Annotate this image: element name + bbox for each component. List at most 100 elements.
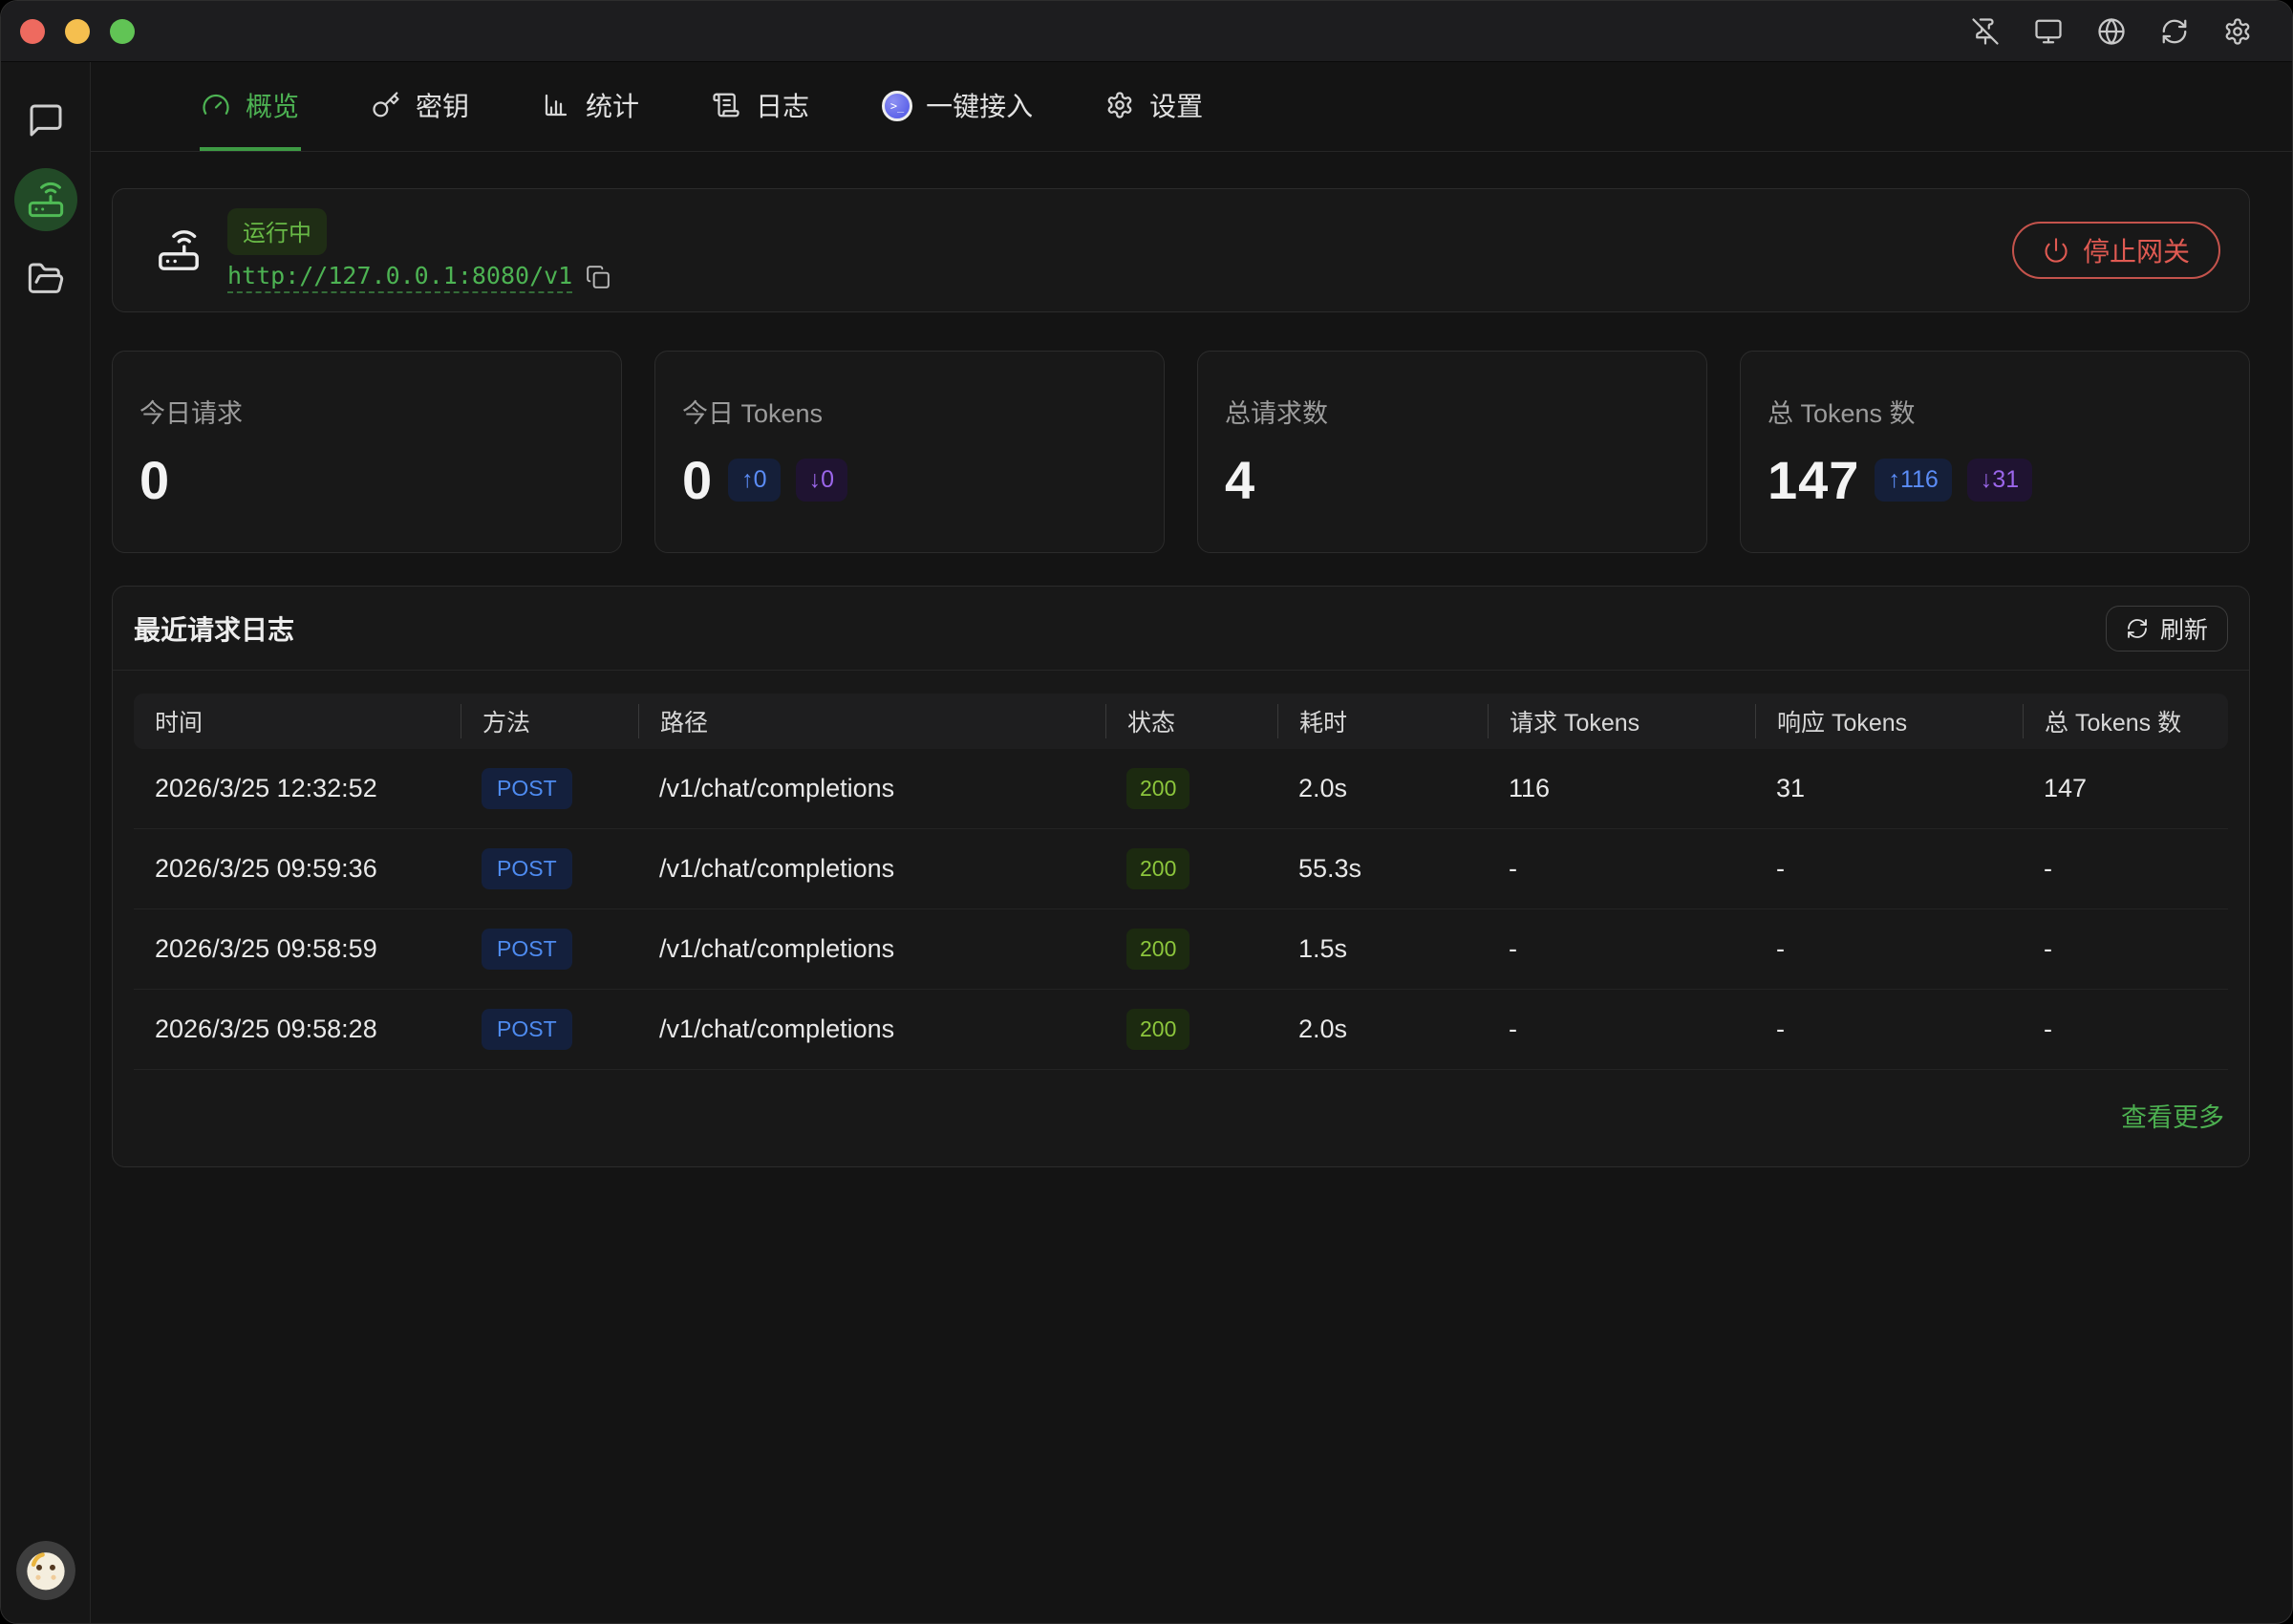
log-status-cell: 200 — [1105, 768, 1277, 809]
view-more-link[interactable]: 查看更多 — [2121, 1097, 2224, 1134]
column-header: 请求 Tokens — [1488, 704, 1755, 738]
column-header: 路径 — [638, 704, 1105, 738]
scroll-icon — [712, 91, 740, 119]
recent-logs-panel: 最近请求日志 刷新 时间方法路径状态耗时请求 Tokens响应 Tokens总 … — [112, 586, 2250, 1167]
log-resp-tokens-cell: - — [1755, 1015, 2023, 1044]
column-header: 响应 Tokens — [1755, 704, 2023, 738]
log-time-cell: 2026/3/25 09:59:36 — [134, 854, 461, 884]
stat-card-today-tokens: 今日 Tokens0↑0↓0 — [654, 351, 1165, 553]
log-req-tokens-cell: - — [1488, 1015, 1755, 1044]
router-icon — [27, 181, 65, 219]
stat-up-badge: ↑0 — [728, 459, 780, 502]
stop-gateway-button[interactable]: 停止网关 — [2012, 222, 2220, 279]
log-path-cell: /v1/chat/completions — [638, 774, 1105, 803]
titlebar-actions — [1971, 17, 2252, 46]
status-badge: 200 — [1126, 848, 1189, 889]
log-time-cell: 2026/3/25 12:32:52 — [134, 774, 461, 803]
tab-label: 统计 — [586, 86, 639, 124]
log-duration-cell: 2.0s — [1277, 774, 1488, 803]
method-badge: POST — [482, 929, 572, 970]
log-resp-tokens-cell: - — [1755, 934, 2023, 964]
method-badge: POST — [482, 1009, 572, 1050]
log-status-cell: 200 — [1105, 848, 1277, 889]
sidebar-item-chat[interactable] — [27, 101, 65, 139]
log-req-tokens-cell: - — [1488, 934, 1755, 964]
tab-label: 日志 — [756, 86, 809, 124]
log-status-cell: 200 — [1105, 1009, 1277, 1050]
gateway-url-link[interactable]: http://127.0.0.1:8080/v1 — [227, 262, 572, 293]
close-button[interactable] — [20, 19, 45, 44]
sidebar-item-files[interactable] — [27, 260, 65, 298]
log-duration-cell: 55.3s — [1277, 854, 1488, 884]
log-resp-tokens-cell: - — [1755, 854, 2023, 884]
stat-card-total-tokens: 总 Tokens 数147↑116↓31 — [1740, 351, 2250, 553]
log-panel-title: 最近请求日志 — [134, 609, 294, 648]
app-body: 概览 密钥 统计 日志 >_一键接入 设置 运行中 http://127.0.0.1:80… — [1, 62, 2292, 1623]
table-row: 2026/3/25 12:32:52POST/v1/chat/completio… — [134, 749, 2228, 829]
stat-label: 今日 Tokens — [682, 393, 1164, 430]
column-header: 耗时 — [1277, 704, 1488, 738]
stat-label: 总 Tokens 数 — [1768, 393, 2249, 430]
tab-label: 密钥 — [416, 86, 469, 124]
stat-value: 0 — [139, 449, 170, 511]
table-row: 2026/3/25 09:58:28POST/v1/chat/completio… — [134, 990, 2228, 1070]
refresh-button[interactable]: 刷新 — [2106, 606, 2228, 652]
sidebar — [1, 62, 91, 1623]
stat-down-badge: ↓0 — [796, 459, 847, 502]
copy-icon[interactable] — [586, 265, 611, 289]
tab-keys[interactable]: 密钥 — [370, 62, 471, 151]
key-icon — [372, 91, 400, 119]
content-area: 运行中 http://127.0.0.1:8080/v1 停止网关 今日请求 0 今… — [91, 152, 2292, 1623]
bar-chart-icon — [542, 91, 570, 119]
stat-up-badge: ↑116 — [1875, 459, 1951, 502]
globe-icon[interactable] — [2097, 17, 2126, 46]
settings-icon[interactable] — [2223, 17, 2252, 46]
sidebar-item-gateway[interactable] — [14, 168, 77, 231]
pin-off-icon[interactable] — [1971, 17, 2000, 46]
log-total-tokens-cell: - — [2023, 934, 2228, 964]
refresh-icon[interactable] — [2160, 17, 2189, 46]
refresh-label: 刷新 — [2160, 611, 2208, 646]
tab-statistics[interactable]: 统计 — [540, 62, 641, 151]
chat-bubble-icon — [27, 101, 65, 139]
log-time-cell: 2026/3/25 09:58:59 — [134, 934, 461, 964]
stat-label: 总请求数 — [1225, 393, 1706, 430]
log-method-cell: POST — [461, 768, 638, 809]
user-avatar[interactable] — [16, 1541, 75, 1600]
log-table-header: 时间方法路径状态耗时请求 Tokens响应 Tokens总 Tokens 数 — [134, 694, 2228, 749]
status-badge: 200 — [1126, 1009, 1189, 1050]
log-path-cell: /v1/chat/completions — [638, 1015, 1105, 1044]
stat-value: 147 — [1768, 449, 1859, 511]
column-header: 状态 — [1105, 704, 1277, 738]
log-req-tokens-cell: 116 — [1488, 774, 1755, 803]
folder-open-icon — [27, 260, 65, 298]
zoom-button[interactable] — [110, 19, 135, 44]
log-duration-cell: 2.0s — [1277, 1015, 1488, 1044]
gateway-status-card: 运行中 http://127.0.0.1:8080/v1 停止网关 — [112, 188, 2250, 312]
stat-label: 今日请求 — [139, 393, 621, 430]
log-total-tokens-cell: - — [2023, 1015, 2228, 1044]
tab-label: 概览 — [246, 86, 299, 124]
tab-settings[interactable]: 设置 — [1104, 62, 1205, 151]
log-duration-cell: 1.5s — [1277, 934, 1488, 964]
log-total-tokens-cell: - — [2023, 854, 2228, 884]
display-icon[interactable] — [2034, 17, 2063, 46]
minimize-button[interactable] — [65, 19, 90, 44]
column-header: 总 Tokens 数 — [2023, 704, 2228, 738]
log-method-cell: POST — [461, 1009, 638, 1050]
column-header: 时间 — [134, 704, 461, 738]
one-click-icon: >_ — [882, 91, 911, 119]
power-icon — [2043, 237, 2069, 264]
column-header: 方法 — [461, 704, 638, 738]
stat-card-total-requests: 总请求数4 — [1197, 351, 1707, 553]
tab-overview[interactable]: 概览 — [200, 62, 301, 151]
log-req-tokens-cell: - — [1488, 854, 1755, 884]
tab-label: 设置 — [1149, 86, 1203, 124]
log-path-cell: /v1/chat/completions — [638, 934, 1105, 964]
log-status-cell: 200 — [1105, 929, 1277, 970]
gauge-icon — [202, 91, 230, 119]
tab-one-click-access[interactable]: >_一键接入 — [880, 62, 1035, 151]
status-badge: 200 — [1126, 768, 1189, 809]
tab-logs[interactable]: 日志 — [710, 62, 811, 151]
log-path-cell: /v1/chat/completions — [638, 854, 1105, 884]
